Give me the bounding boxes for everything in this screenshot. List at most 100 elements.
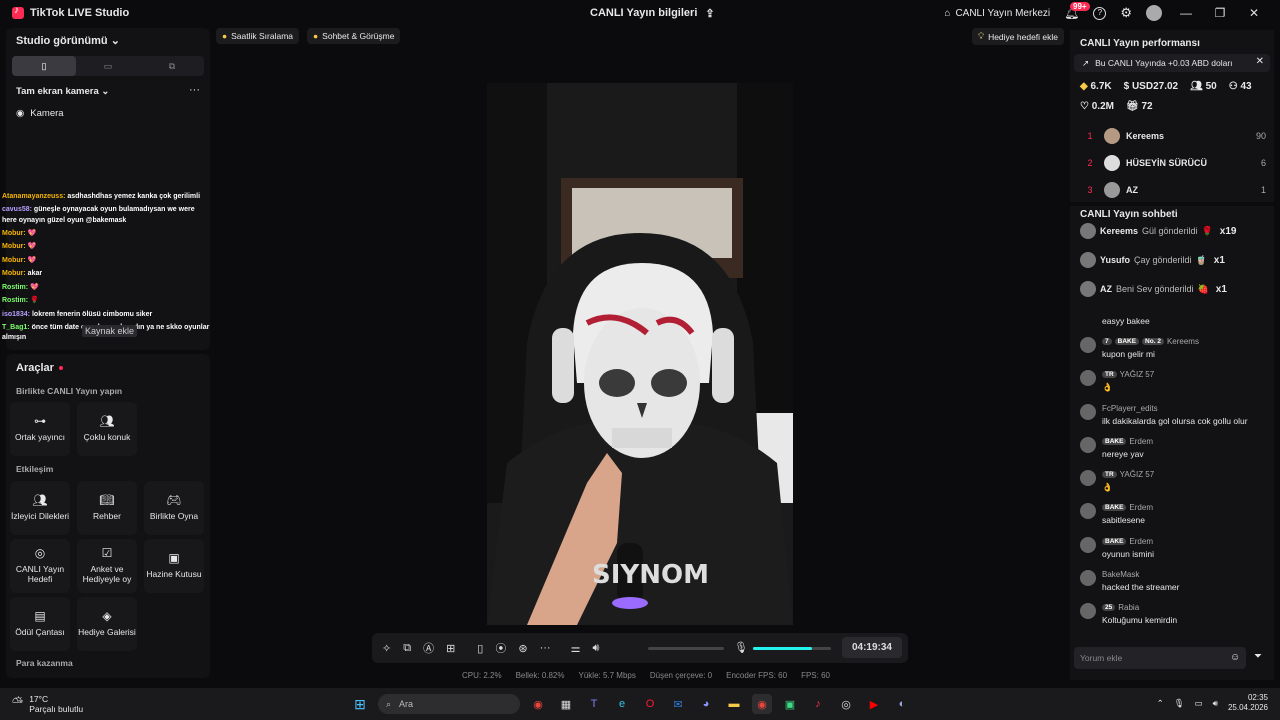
- gift-user[interactable]: AZ: [1100, 284, 1112, 294]
- avatar[interactable]: [1080, 404, 1096, 420]
- tool-audience-wishes[interactable]: 👥︎ İzleyici Dilekleri: [10, 481, 70, 535]
- avatar[interactable]: [1080, 537, 1096, 553]
- help-icon[interactable]: ?: [1093, 6, 1107, 20]
- ranking-row[interactable]: 2 HÜSEYİN SÜRÜCÜ 6: [1080, 155, 1266, 171]
- edge-icon[interactable]: e: [612, 694, 632, 714]
- tool-live-goal[interactable]: ◎ CANLI Yayın Hedefi: [10, 539, 70, 593]
- chat-username[interactable]: Rabia: [1118, 603, 1139, 612]
- taskbar-search[interactable]: ⌕ Ara: [378, 694, 520, 714]
- add-gift-goal-chip[interactable]: 💡︎ Hediye hedefi ekle: [972, 28, 1064, 45]
- avatar[interactable]: [1080, 603, 1096, 619]
- folder-icon[interactable]: ▬: [724, 694, 744, 714]
- chat-username[interactable]: YAĞIZ 57: [1120, 370, 1155, 379]
- filter-icon[interactable]: ⏷: [1254, 651, 1262, 662]
- add-source-button[interactable]: Kaynak ekle: [82, 325, 138, 337]
- record-icon[interactable]: ⦿: [495, 640, 506, 656]
- teams-icon[interactable]: T: [584, 694, 604, 714]
- opera-icon[interactable]: O: [640, 694, 660, 714]
- magic-effects-icon[interactable]: ✧: [382, 642, 391, 655]
- mic-tray-icon[interactable]: 🎙︎: [1174, 698, 1185, 709]
- monitor-icon[interactable]: ▭: [1195, 698, 1203, 709]
- avatar[interactable]: [1146, 5, 1162, 21]
- tool-treasure-box[interactable]: ▣ Hazine Kutusu: [144, 539, 204, 593]
- avatar[interactable]: [1080, 503, 1096, 519]
- phone-icon[interactable]: ▯: [477, 642, 483, 655]
- volume-icon[interactable]: 🔊︎: [1213, 698, 1218, 709]
- steam-icon[interactable]: ◐: [892, 694, 912, 714]
- landscape-mode-button[interactable]: ▭: [76, 56, 140, 76]
- store-icon[interactable]: ▦: [556, 694, 576, 714]
- rank-score: 6: [1260, 158, 1266, 168]
- discord-icon[interactable]: ◕: [696, 694, 716, 714]
- clock[interactable]: 02:35 25.04.2026: [1228, 693, 1268, 713]
- camera-source-item[interactable]: ◉ Kamera: [16, 108, 64, 119]
- live-info-button[interactable]: CANLI Yayın bilgileri ⇪: [590, 7, 715, 20]
- dual-mode-button[interactable]: ⧉: [140, 56, 204, 76]
- chat-meet-chip[interactable]: ● Sohbet & Görüşme: [307, 28, 401, 44]
- screen-share-icon[interactable]: ⧉: [403, 642, 411, 655]
- outlook-icon[interactable]: ✉: [668, 694, 688, 714]
- section-monetization: Para kazanma: [16, 658, 73, 668]
- maximize-button[interactable]: ❐: [1210, 6, 1230, 20]
- chrome-icon[interactable]: ◉: [528, 694, 548, 714]
- obs-icon[interactable]: ◎: [836, 694, 856, 714]
- tool-play-together[interactable]: 🎮︎ Birlikte Oyna: [144, 481, 204, 535]
- speaker-icon[interactable]: 🔊︎: [592, 642, 599, 655]
- live-center-button[interactable]: ⌂ CANLI Yayın Merkezi: [944, 8, 1050, 19]
- chat-username[interactable]: Erdem: [1129, 503, 1153, 512]
- app-green-icon[interactable]: ▣: [780, 694, 800, 714]
- add-scene-icon[interactable]: ⊞: [446, 642, 455, 655]
- close-icon[interactable]: ✕: [1256, 56, 1264, 67]
- chat-username[interactable]: Erdem: [1129, 437, 1153, 446]
- tool-multi-guest[interactable]: 👥︎ Çoklu konuk: [77, 402, 137, 456]
- avatar[interactable]: [1080, 370, 1096, 386]
- avatar[interactable]: [1080, 570, 1096, 586]
- avatar[interactable]: [1080, 470, 1096, 486]
- chat-username[interactable]: BakeMask: [1102, 570, 1139, 579]
- tools-title: Araçlar: [16, 362, 63, 374]
- tiktok-icon[interactable]: ♪: [808, 694, 828, 714]
- tool-guide[interactable]: 📖︎ Rehber: [77, 481, 137, 535]
- windows-start-icon[interactable]: ⊞: [350, 694, 370, 714]
- chat-username[interactable]: YAĞIZ 57: [1120, 470, 1155, 479]
- studio-view-dropdown[interactable]: Studio görünümü ⌄: [16, 34, 120, 47]
- sliders-icon[interactable]: ⚌: [571, 642, 581, 655]
- close-button[interactable]: ✕: [1244, 6, 1264, 20]
- tool-cohost[interactable]: ⊶ Ortak yayıncı: [10, 402, 70, 456]
- settings-gear-icon[interactable]: ⚙: [1120, 5, 1132, 21]
- avatar[interactable]: [1080, 223, 1096, 239]
- chevron-up-icon[interactable]: ⌃: [1157, 698, 1164, 709]
- weather-widget[interactable]: ⛅︎ 17°C Parçalı bulutlu: [12, 694, 83, 714]
- camera-scene-dropdown[interactable]: Tam ekran kamera ⌄: [16, 86, 109, 97]
- chat-username[interactable]: Erdem: [1129, 537, 1153, 546]
- avatar[interactable]: [1080, 281, 1096, 297]
- avatar[interactable]: [1080, 252, 1096, 268]
- minimize-button[interactable]: —: [1176, 6, 1196, 20]
- ranking-row[interactable]: 1 Kereems 90: [1080, 128, 1266, 144]
- portrait-mode-button[interactable]: ▯: [12, 56, 76, 76]
- speaker-volume-slider[interactable]: [648, 647, 724, 650]
- more-icon[interactable]: ···: [540, 642, 551, 654]
- camera-switch-icon[interactable]: ⊛: [518, 642, 527, 655]
- tool-gift-gallery[interactable]: ◈ Hediye Galerisi: [77, 597, 137, 651]
- microphone-icon[interactable]: 🎙︎: [734, 641, 748, 654]
- gift-user[interactable]: Yusufo: [1100, 255, 1130, 265]
- mic-level-slider[interactable]: [753, 647, 831, 650]
- ai-icon[interactable]: Ⓐ: [423, 640, 434, 656]
- gift-user[interactable]: Kereems: [1100, 226, 1138, 236]
- ranking-row[interactable]: 3 AZ 1: [1080, 182, 1266, 198]
- youtube-icon[interactable]: ▶: [864, 694, 884, 714]
- hourly-ranking-chip[interactable]: ● Saatlik Sıralama: [216, 28, 300, 44]
- gift-emoji-icon: 🍓: [1197, 283, 1209, 294]
- comment-input[interactable]: Yorum ekle: [1074, 647, 1246, 669]
- more-options-icon[interactable]: ···: [189, 84, 200, 96]
- tool-label: Hazine Kutusu: [146, 569, 202, 580]
- tool-reward-bag[interactable]: ▤ Ödül Çantası: [10, 597, 70, 651]
- chat-username[interactable]: Kereems: [1167, 337, 1199, 346]
- chrome-active-icon[interactable]: ◉: [752, 694, 772, 714]
- tool-poll[interactable]: ☑ Anket ve Hediyeyle oy: [77, 539, 137, 593]
- avatar[interactable]: [1080, 337, 1096, 353]
- chat-username[interactable]: FcPlayerr_edits: [1102, 404, 1158, 413]
- avatar[interactable]: [1080, 437, 1096, 453]
- emoji-icon[interactable]: ☺: [1230, 652, 1240, 663]
